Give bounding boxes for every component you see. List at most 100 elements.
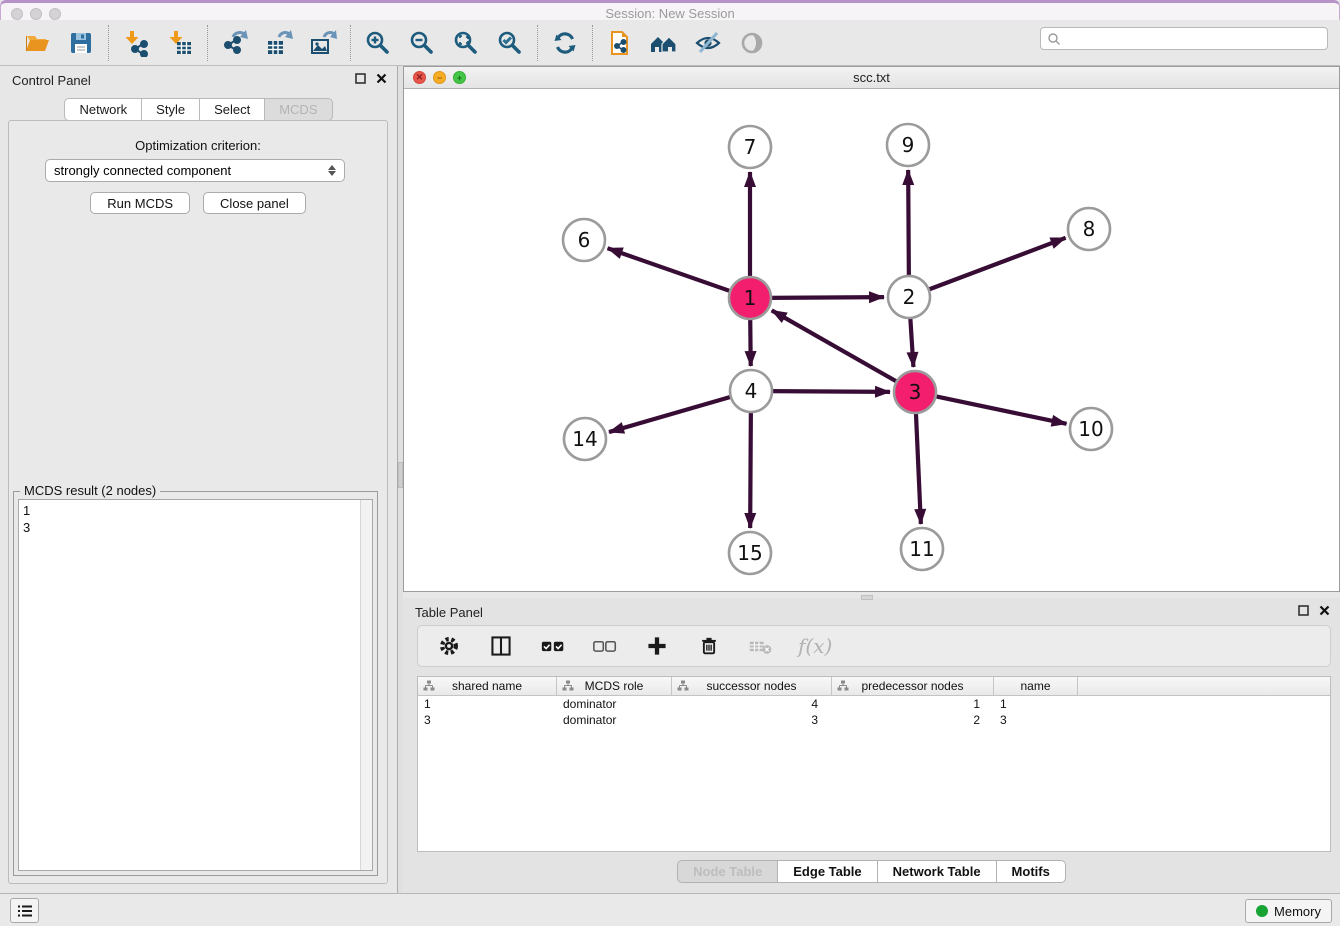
graph-edge-4-14[interactable] (609, 396, 734, 432)
table-row[interactable]: 1 dominator 4 1 1 (418, 696, 1330, 712)
graph-edge-2-8[interactable] (926, 238, 1066, 291)
open-file-icon[interactable] (22, 28, 52, 58)
float-table-panel-icon[interactable] (1298, 605, 1309, 616)
table-row[interactable]: 3 dominator 3 2 3 (418, 712, 1330, 728)
export-image-icon[interactable] (308, 28, 338, 58)
mcds-result-scrollbar[interactable] (360, 500, 372, 870)
cell-mcds-role[interactable]: dominator (557, 712, 672, 728)
app-titlebar: Session: New Session (0, 0, 1340, 20)
cell-successor-nodes[interactable]: 3 (672, 712, 832, 728)
graph-node-label: 3 (909, 380, 922, 404)
graph-edge-3-10[interactable] (933, 396, 1067, 424)
tab-node-table[interactable]: Node Table (677, 860, 778, 883)
table-settings-icon[interactable] (434, 631, 464, 661)
zoom-out-icon[interactable] (407, 28, 437, 58)
run-mcds-button[interactable]: Run MCDS (90, 192, 190, 214)
create-column-icon[interactable] (642, 631, 672, 661)
cell-name[interactable]: 3 (994, 712, 1078, 728)
save-session-icon[interactable] (66, 28, 96, 58)
column-header-shared-name[interactable]: shared name (418, 677, 557, 695)
export-table-icon[interactable] (264, 28, 294, 58)
deselect-all-columns-icon[interactable] (590, 631, 620, 661)
cell-shared-name[interactable]: 3 (418, 712, 557, 728)
tab-network-table[interactable]: Network Table (878, 860, 997, 883)
graph-edge-2-3[interactable] (910, 315, 913, 367)
search-box[interactable] (1040, 27, 1328, 50)
search-icon (1047, 32, 1061, 46)
select-all-columns-icon[interactable] (538, 631, 568, 661)
zoom-selected-icon[interactable] (495, 28, 525, 58)
zoom-in-icon[interactable] (363, 28, 393, 58)
mcds-tab-content: Optimization criterion: strongly connect… (8, 120, 388, 884)
tab-select[interactable]: Select (200, 98, 265, 121)
graph-edge-3-11[interactable] (916, 410, 921, 524)
tab-style[interactable]: Style (142, 98, 200, 121)
optimization-criterion-select[interactable]: strongly connected component (45, 159, 345, 182)
column-header-successor-nodes[interactable]: successor nodes (672, 677, 832, 695)
import-table-icon[interactable] (165, 28, 195, 58)
refresh-icon[interactable] (550, 28, 580, 58)
export-network-icon[interactable] (220, 28, 250, 58)
graph-node-label: 9 (902, 133, 915, 157)
table-header-row: shared name MCDS role successor nodes pr… (418, 677, 1330, 696)
column-header-name[interactable]: name (994, 677, 1078, 695)
network-window-titlebar[interactable]: ✕ − + scc.txt (404, 67, 1339, 89)
network-canvas[interactable]: 1234678910111415 (404, 89, 1339, 591)
column-header-mcds-role[interactable]: MCDS role (557, 677, 672, 695)
graph-edge-3-1[interactable] (772, 310, 900, 383)
horizontal-split-gripper[interactable] (861, 595, 873, 600)
optimization-criterion-value: strongly connected component (54, 163, 231, 178)
control-panel-title: Control Panel (12, 73, 91, 88)
column-type-icon (423, 680, 435, 692)
graph-node-label: 8 (1083, 217, 1096, 241)
graph-node-label: 7 (744, 135, 757, 159)
graph-node-label: 10 (1078, 417, 1103, 441)
session-home-icon[interactable] (649, 28, 679, 58)
graph-node-label: 1 (744, 286, 757, 310)
float-panel-icon[interactable] (355, 73, 366, 84)
cell-shared-name[interactable]: 1 (418, 696, 557, 712)
cell-predecessor-nodes[interactable]: 2 (832, 712, 994, 728)
zoom-fit-icon[interactable] (451, 28, 481, 58)
close-panel-icon[interactable] (376, 73, 387, 84)
cell-successor-nodes[interactable]: 4 (672, 696, 832, 712)
graph-edge-1-2[interactable] (768, 297, 884, 298)
cell-name[interactable]: 1 (994, 696, 1078, 712)
graph-node-label: 4 (745, 379, 758, 403)
duplicate-network-icon[interactable] (605, 28, 635, 58)
graph-node-label: 15 (737, 541, 762, 565)
mcds-result-title: MCDS result (2 nodes) (20, 483, 160, 498)
tab-mcds[interactable]: MCDS (265, 98, 332, 121)
control-panel-tabs: Network Style Select MCDS (0, 98, 397, 121)
memory-label: Memory (1274, 904, 1321, 919)
graph-edge-2-9[interactable] (908, 170, 909, 279)
graph-node-label: 2 (903, 285, 916, 309)
list-icon (17, 904, 33, 918)
tab-network[interactable]: Network (64, 98, 142, 121)
mcds-result-text[interactable]: 1 3 (18, 499, 373, 871)
cell-mcds-role[interactable]: dominator (557, 696, 672, 712)
delete-column-icon[interactable] (694, 631, 724, 661)
column-header-predecessor-nodes[interactable]: predecessor nodes (832, 677, 994, 695)
disabled-eye-icon (737, 28, 767, 58)
import-network-icon[interactable] (121, 28, 151, 58)
network-graph[interactable]: 1234678910111415 (404, 89, 1339, 591)
select-spinner-icon (328, 165, 336, 176)
tab-motifs[interactable]: Motifs (997, 860, 1066, 883)
graph-edge-1-4[interactable] (750, 316, 751, 366)
task-history-button[interactable] (10, 898, 39, 923)
mcds-result-group: MCDS result (2 nodes) 1 3 (13, 491, 378, 876)
tab-edge-table[interactable]: Edge Table (778, 860, 877, 883)
control-panel: Control Panel Network Style Select MCDS … (0, 66, 397, 893)
search-input[interactable] (1061, 32, 1321, 46)
close-panel-button[interactable]: Close panel (203, 192, 306, 214)
show-hide-graphics-icon[interactable] (693, 28, 723, 58)
memory-button[interactable]: Memory (1245, 899, 1332, 923)
cell-predecessor-nodes[interactable]: 1 (832, 696, 994, 712)
graph-node-label: 6 (578, 228, 591, 252)
graph-edge-4-15[interactable] (750, 409, 751, 528)
graph-edge-4-3[interactable] (769, 391, 890, 392)
graph-edge-1-6[interactable] (608, 248, 733, 292)
show-column-panel-icon[interactable] (486, 631, 516, 661)
close-table-panel-icon[interactable] (1319, 605, 1330, 616)
